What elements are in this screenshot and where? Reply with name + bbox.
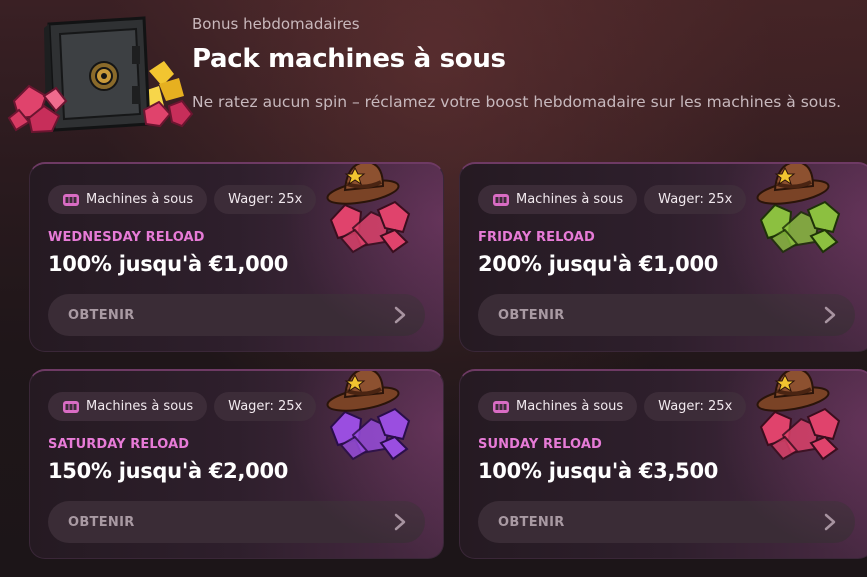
cowboy-hat-purple-gems-icon xyxy=(326,371,411,461)
chip-wager: Wager: 25x xyxy=(214,392,317,421)
chip-wager: Wager: 25x xyxy=(644,185,747,214)
chip-category-label: Machines à sous xyxy=(516,192,624,207)
obtain-button[interactable]: OBTENIR xyxy=(48,501,425,543)
bonus-card-sunday: Machines à sous Wager: 25x SUNDAY RELOAD… xyxy=(459,369,867,559)
chip-category-label: Machines à sous xyxy=(86,192,194,207)
chevron-right-icon xyxy=(394,306,406,324)
offer-text: 100% jusqu'à €1,000 xyxy=(48,252,289,276)
chip-wager-label: Wager: 25x xyxy=(228,399,303,414)
offer-text: 150% jusqu'à €2,000 xyxy=(48,459,289,483)
offer-text: 200% jusqu'à €1,000 xyxy=(478,252,719,276)
reload-label: SATURDAY RELOAD xyxy=(48,437,190,452)
chip-category: Machines à sous xyxy=(478,392,638,421)
slot-machine-icon xyxy=(493,400,509,413)
chevron-right-icon xyxy=(824,306,836,324)
chevron-right-icon xyxy=(394,513,406,531)
reload-label: WEDNESDAY RELOAD xyxy=(48,230,205,245)
obtain-button-label: OBTENIR xyxy=(498,514,565,530)
reload-label: FRIDAY RELOAD xyxy=(478,230,595,245)
reload-label: SUNDAY RELOAD xyxy=(478,437,602,452)
chip-wager-label: Wager: 25x xyxy=(658,399,733,414)
bonus-card-saturday: Machines à sous Wager: 25x SATURDAY RELO… xyxy=(29,369,444,559)
bonus-card-wednesday: Machines à sous Wager: 25x WEDNESDAY REL… xyxy=(29,162,444,352)
chip-category: Machines à sous xyxy=(478,185,638,214)
obtain-button-label: OBTENIR xyxy=(68,514,135,530)
chip-wager: Wager: 25x xyxy=(214,185,317,214)
chip-category-label: Machines à sous xyxy=(516,399,624,414)
obtain-button[interactable]: OBTENIR xyxy=(478,501,855,543)
chip-category: Machines à sous xyxy=(48,392,208,421)
offer-text: 100% jusqu'à €3,500 xyxy=(478,459,719,483)
chip-category-label: Machines à sous xyxy=(86,399,194,414)
safe-with-gems-icon xyxy=(7,16,194,134)
slot-machine-icon xyxy=(63,400,79,413)
cowboy-hat-green-gems-icon xyxy=(756,164,841,254)
chip-wager: Wager: 25x xyxy=(644,392,747,421)
slot-machine-icon xyxy=(493,193,509,206)
obtain-button-label: OBTENIR xyxy=(498,307,565,323)
obtain-button-label: OBTENIR xyxy=(68,307,135,323)
cowboy-hat-pink-gems-icon xyxy=(756,371,841,461)
chip-wager-label: Wager: 25x xyxy=(658,192,733,207)
cowboy-hat-pink-gems-icon xyxy=(326,164,411,254)
bonus-card-friday: Machines à sous Wager: 25x FRIDAY RELOAD… xyxy=(459,162,867,352)
obtain-button[interactable]: OBTENIR xyxy=(48,294,425,336)
page-title: Pack machines à sous xyxy=(192,44,506,74)
page-header: Bonus hebdomadaires Pack machines à sous… xyxy=(0,0,867,150)
page-description: Ne ratez aucun spin – réclamez votre boo… xyxy=(192,93,842,111)
chip-wager-label: Wager: 25x xyxy=(228,192,303,207)
page-subtitle: Bonus hebdomadaires xyxy=(192,15,360,33)
chevron-right-icon xyxy=(824,513,836,531)
chip-category: Machines à sous xyxy=(48,185,208,214)
slot-machine-icon xyxy=(63,193,79,206)
obtain-button[interactable]: OBTENIR xyxy=(478,294,855,336)
